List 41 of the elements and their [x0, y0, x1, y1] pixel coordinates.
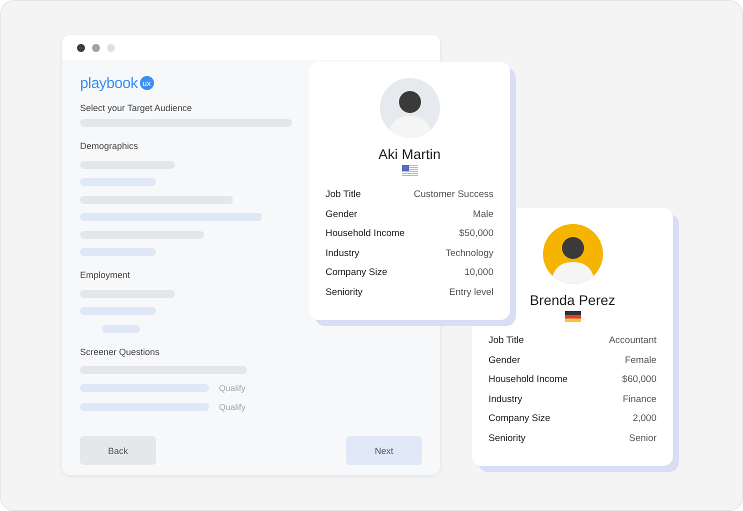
section-title: Demographics — [80, 141, 138, 151]
field-label: Job Title — [488, 334, 524, 348]
qualify-label: Qualify — [219, 383, 246, 393]
field-value: Accountant — [608, 334, 656, 348]
logo-text: playbook — [80, 74, 138, 92]
field-label: Seniority — [488, 432, 526, 445]
window-dot-icon — [92, 44, 100, 52]
section-title: Screener Questions — [80, 346, 160, 356]
qualify-label: Qualify — [219, 402, 246, 412]
field-value: Finance — [622, 392, 656, 406]
window-dot-icon — [77, 44, 85, 52]
form-title: Select your Target Audience — [80, 103, 192, 113]
person-name: Aki Martin — [378, 146, 441, 162]
field-label: Company Size — [326, 266, 388, 280]
field-value: Customer Success — [414, 188, 494, 202]
field-value: Technology — [445, 246, 494, 260]
field-value: Senior — [629, 432, 656, 445]
field-label: Gender — [326, 208, 358, 221]
field-label: Job Title — [326, 188, 361, 202]
field-value: $50,000 — [459, 227, 494, 240]
field-value: Female — [624, 354, 656, 367]
person-name: Brenda Perez — [530, 292, 616, 308]
field-value: 10,000 — [464, 266, 494, 280]
field-label: Gender — [488, 354, 520, 367]
field-label: Industry — [488, 392, 522, 406]
field-label: Industry — [326, 246, 360, 260]
field-value: Entry level — [449, 286, 494, 299]
field-label: Household Income — [488, 373, 568, 386]
next-button[interactable]: Next — [346, 436, 422, 465]
flag-icon — [402, 165, 418, 176]
flag-icon — [564, 311, 580, 322]
section-title: Employment — [80, 270, 130, 280]
field-value: $60,000 — [622, 373, 656, 386]
back-button[interactable]: Back — [80, 436, 156, 465]
field-value: 2,000 — [632, 412, 656, 426]
field-label: Seniority — [326, 286, 362, 299]
logo-badge: ux — [140, 76, 154, 90]
window-dot-icon — [107, 44, 115, 52]
field-value: Male — [472, 208, 494, 221]
field-label: Household Income — [326, 227, 405, 240]
field-label: Company Size — [488, 412, 550, 426]
